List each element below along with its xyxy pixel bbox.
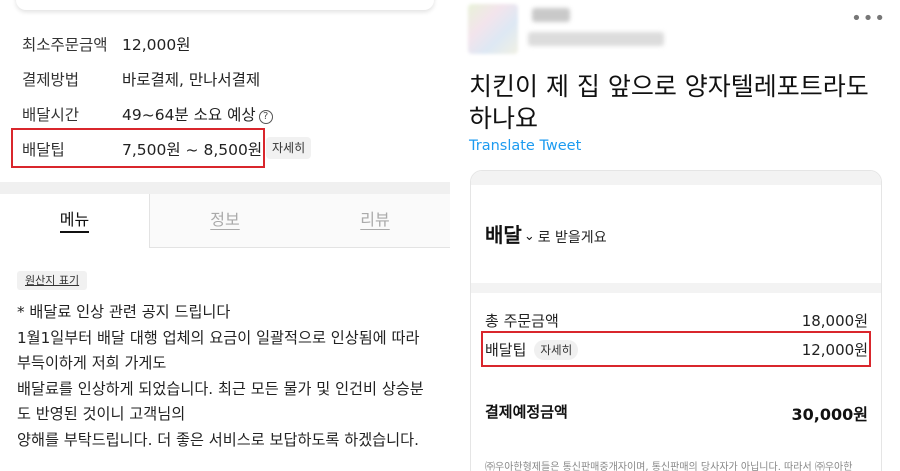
chevron-down-icon: ⌄ (523, 229, 535, 244)
payment-total-value: 30,000원 (791, 405, 868, 424)
right-screenshot: ••• 치킨이 제 집 앞으로 양자텔레포트라도 하나요 Translate T… (462, 0, 900, 471)
min-order-label: 최소주문금액 (22, 36, 108, 54)
tab-review-label: 리뷰 (360, 210, 390, 229)
payment-total-label: 결제예정금액 (485, 403, 568, 421)
delivery-option-suffix: 로 받을게요 (537, 230, 607, 246)
notice-line: 부득이하게 저희 가게도 (17, 354, 167, 372)
delivery-tip-highlight (11, 128, 265, 168)
tab-review[interactable]: 리뷰 (300, 194, 450, 248)
notice-line: 양해를 부탁드립니다. 더 좋은 서비스로 보답하도록 하겠습니다. (17, 430, 419, 449)
delivery-time-value: 49~64분 소요 예상? (122, 103, 273, 125)
left-screenshot: 최소주문금액 12,000원 결제방법 바로결제, 만나서결제 배달시간 49~… (0, 0, 450, 471)
notice-line: 배달료를 인상하게 되었습니다. 최근 모든 물가 및 인건비 상승분 (17, 379, 424, 398)
store-tabs: 메뉴 정보 리뷰 (0, 194, 450, 248)
delivery-time-label: 배달시간 (22, 106, 80, 124)
payment-method-value: 바로결제, 만나서결제 (122, 71, 261, 89)
notice-line: * 배달료 인상 관련 공지 드립니다 (17, 303, 231, 321)
delivery-tip-detail-button[interactable]: 자세히 (266, 137, 312, 159)
legal-footnote: ㈜우아한형제들은 통신판매중개자이며, 통신판매의 당사자가 아닙니다. 따라서… (485, 462, 853, 471)
origin-label-text: 원산지 표기 (25, 274, 80, 287)
section-separator (0, 182, 450, 194)
store-header-card (16, 0, 434, 10)
translate-tweet-link[interactable]: Translate Tweet (469, 138, 581, 154)
blurred-username (528, 32, 664, 46)
avatar[interactable] (468, 4, 518, 54)
origin-label-button[interactable]: 원산지 표기 (17, 271, 88, 290)
media-top-band (471, 171, 881, 185)
delivery-fee-notice: * 배달료 인상 관련 공지 드립니다 1월1일부터 배달 대행 업체의 요금이… (17, 300, 424, 453)
min-order-value: 12,000원 (122, 36, 191, 54)
tweet-media-image[interactable]: 배달 ⌄ 로 받을게요 총 주문금액 18,000원 배달팁 자세히 12,000원 … (470, 170, 882, 471)
delivery-option-row: 배달 ⌄ 로 받을게요 (485, 219, 607, 248)
tab-menu[interactable]: 메뉴 (0, 194, 150, 248)
delivery-option-label: 배달 (485, 223, 522, 247)
tab-info-label: 정보 (210, 210, 240, 229)
payment-method-label: 결제방법 (22, 71, 80, 89)
tab-menu-label: 메뉴 (59, 210, 90, 233)
notice-line: 1월1일부터 배달 대행 업체의 요금이 일괄적으로 인상됨에 따라 (17, 328, 420, 347)
tweet-text: 치킨이 제 집 앞으로 양자텔레포트라도 하나요 (469, 72, 869, 133)
more-options-icon[interactable]: ••• (851, 8, 886, 29)
delivery-tip-highlight-2 (481, 331, 871, 367)
notice-line: 도 반영된 것이니 고객님의 (17, 405, 186, 423)
panel-divider (450, 0, 462, 471)
tab-info[interactable]: 정보 (150, 194, 300, 248)
blurred-display-name (532, 8, 570, 22)
order-total-value: 18,000원 (801, 312, 868, 330)
media-separator (471, 283, 881, 293)
order-total-label: 총 주문금액 (485, 312, 559, 330)
delivery-time-text: 49~64분 소요 예상 (122, 106, 256, 124)
help-icon[interactable]: ? (258, 110, 273, 124)
